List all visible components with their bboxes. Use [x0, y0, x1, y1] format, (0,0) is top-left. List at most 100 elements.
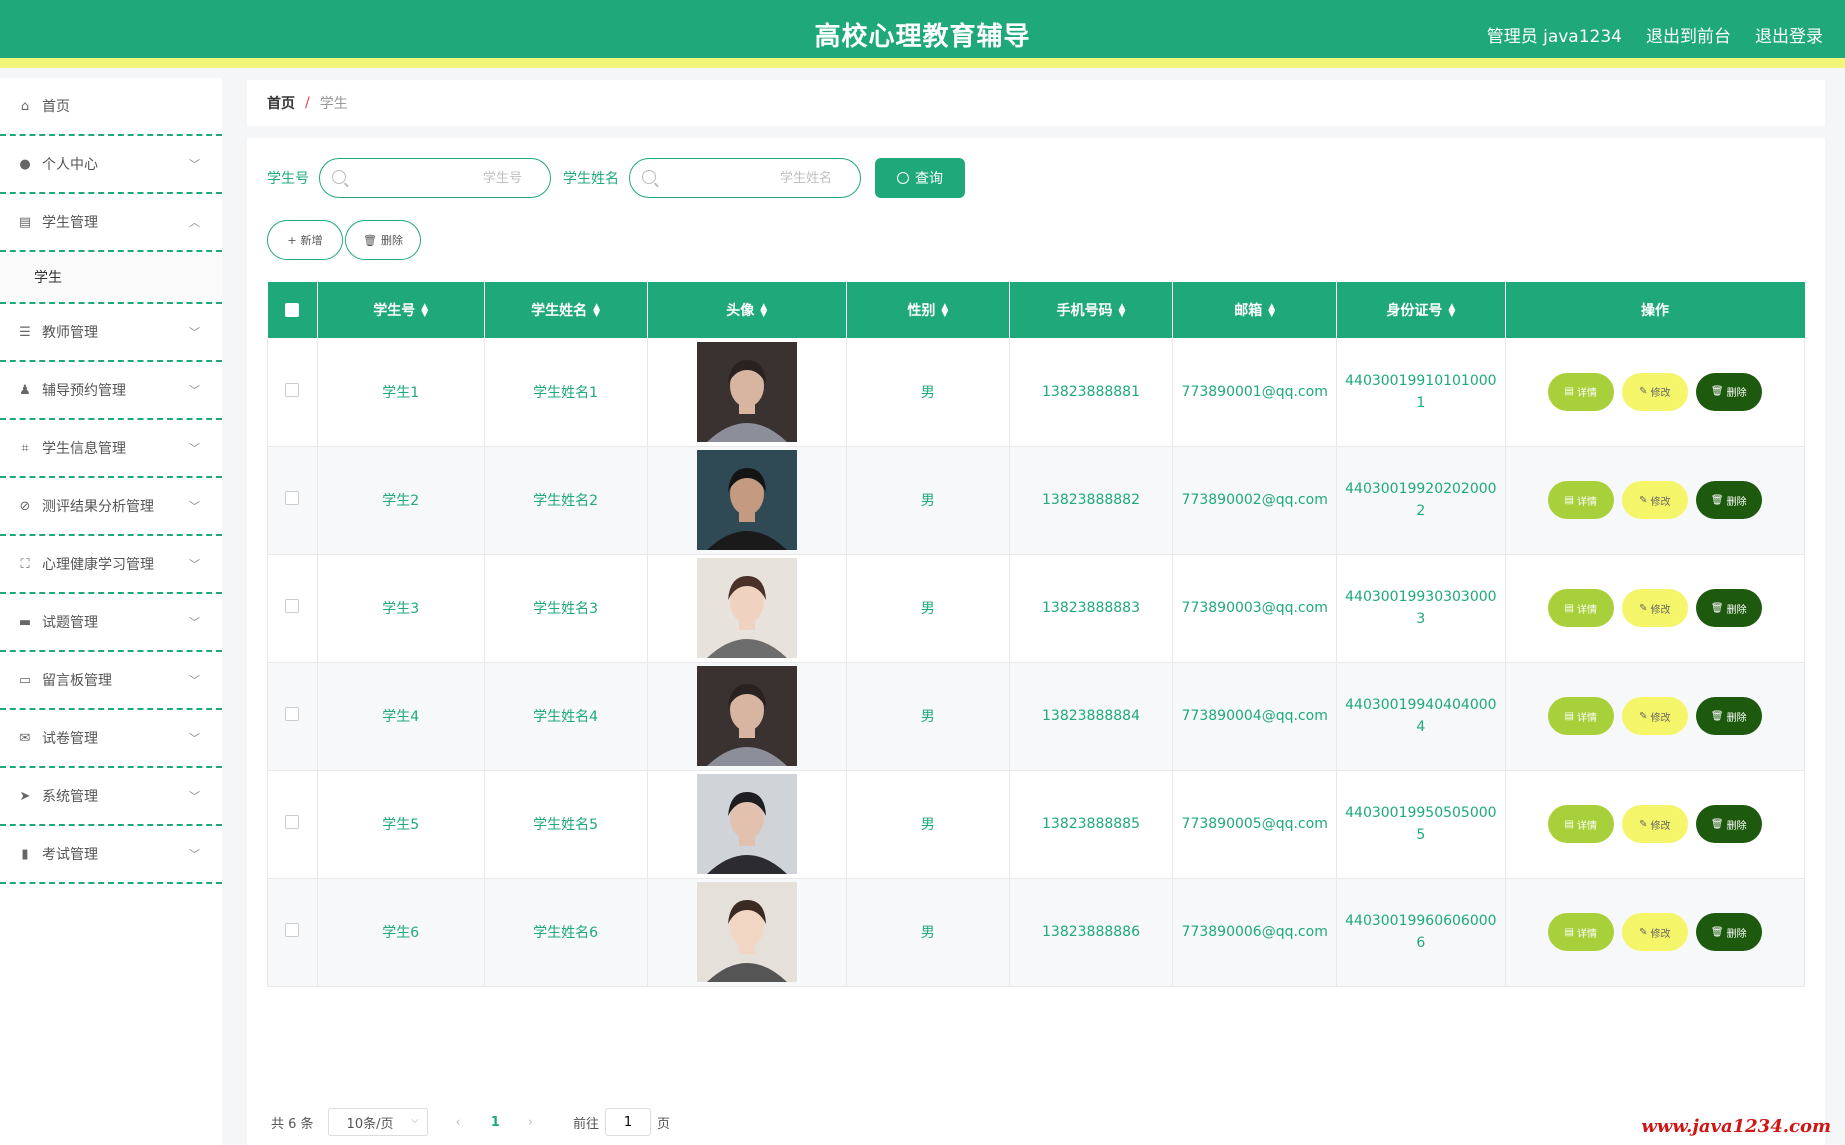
row-checkbox[interactable]: [285, 707, 300, 721]
student-name-label: 学生姓名: [563, 171, 619, 187]
sidebar-item[interactable]: ▭ 留言板管理 ﹀: [0, 652, 222, 710]
detail-button[interactable]: ▤ 详情: [1547, 481, 1614, 519]
goto-page-input[interactable]: [605, 1108, 652, 1136]
detail-button[interactable]: ▤ 详情: [1547, 372, 1614, 411]
sidebar-item[interactable]: ☰ 教师管理 ﹀: [0, 304, 222, 362]
student-no-input[interactable]: [320, 159, 550, 197]
sidebar-item[interactable]: ✉ 试卷管理 ﹀: [0, 710, 222, 768]
col-email[interactable]: 邮箱 ▲ ▼: [1172, 282, 1338, 338]
row-checkbox[interactable]: [285, 599, 300, 613]
col-label: 头像: [726, 303, 755, 319]
avatar-cell: [647, 878, 847, 987]
col-gender[interactable]: 性别 ▲ ▼: [846, 282, 1010, 338]
edit-button[interactable]: ✎ 修改: [1621, 372, 1688, 411]
sidebar-item[interactable]: ▮ 考试管理 ﹀: [0, 826, 222, 884]
delete-button[interactable]: 🗑 删除: [1695, 913, 1762, 951]
delete-label: 删除: [1726, 928, 1747, 940]
id-card-line2: 4: [1416, 719, 1426, 735]
breadcrumb-home[interactable]: 首页: [267, 93, 295, 113]
student-name-cell: 学生姓名1: [484, 338, 648, 447]
plus-icon: +: [287, 233, 297, 247]
query-button[interactable]: 查询: [875, 158, 965, 198]
sidebar-item[interactable]: ⊘ 测评结果分析管理 ﹀: [0, 478, 222, 536]
edit-button[interactable]: ✎ 修改: [1621, 481, 1688, 519]
detail-label: 详情: [1577, 496, 1597, 508]
sidebar-item[interactable]: ⛶ 心理健康学习管理 ﹀: [0, 536, 222, 594]
sidebar-subitem[interactable]: 学生: [0, 252, 222, 304]
col-phone[interactable]: 手机号码 ▲ ▼: [1009, 282, 1174, 338]
clipboard-icon: ▤: [18, 214, 32, 230]
sidebar-item[interactable]: ▤ 学生管理 ︿: [0, 194, 222, 252]
id-card-line1: 44030019930303000: [1345, 589, 1497, 605]
batch-delete-button[interactable]: 🗑 删除: [345, 220, 421, 260]
detail-button[interactable]: ▤ 详情: [1547, 805, 1614, 843]
col-label: 学生号: [373, 303, 416, 319]
sort-icon: ▲ ▼: [941, 302, 949, 319]
chevron-down-icon: ﹀: [189, 790, 200, 803]
phone-cell: 13823888883: [1009, 554, 1174, 663]
col-student-no[interactable]: 学生号 ▲ ▼: [317, 282, 485, 338]
phone-cell: 13823888885: [1009, 770, 1174, 879]
page-number[interactable]: 1: [491, 1115, 500, 1130]
col-student-name[interactable]: 学生姓名 ▲ ▼: [484, 282, 648, 338]
student-name-input[interactable]: [630, 159, 860, 197]
sidebar-item[interactable]: ⌗ 学生信息管理 ﹀: [0, 420, 222, 478]
pencil-icon: ✎: [1639, 926, 1648, 938]
sidebar-item[interactable]: ➤ 系统管理 ﹀: [0, 768, 222, 826]
edit-button[interactable]: ✎ 修改: [1621, 697, 1688, 735]
add-button[interactable]: + 新增: [267, 220, 343, 260]
prev-page-icon[interactable]: ‹: [456, 1115, 461, 1130]
delete-button[interactable]: 🗑 删除: [1695, 697, 1762, 735]
sidebar-item[interactable]: ⌂ 首页: [0, 78, 222, 136]
next-page-icon[interactable]: ›: [528, 1115, 533, 1130]
trash-icon: 🗑: [1710, 386, 1724, 398]
trash-icon: 🗑: [1710, 818, 1724, 830]
document-icon: ▤: [1564, 818, 1574, 830]
detail-button[interactable]: ▤ 详情: [1547, 913, 1614, 951]
page-size-select[interactable]: 10条/页 ⌵: [327, 1108, 428, 1136]
id-card-line1: 44030019940404000: [1345, 697, 1497, 713]
detail-button[interactable]: ▤ 详情: [1547, 697, 1614, 735]
select-cell: [267, 446, 318, 555]
id-card-line2: 1: [1416, 394, 1426, 411]
row-checkbox[interactable]: [285, 923, 300, 937]
edit-button[interactable]: ✎ 修改: [1621, 913, 1688, 951]
col-label: 身份证号: [1386, 303, 1443, 319]
mail-icon: ✉: [19, 730, 31, 746]
email-cell: 773890001@qq.com: [1172, 338, 1338, 447]
student-no-cell: 学生5: [317, 770, 485, 879]
detail-label: 详情: [1577, 388, 1597, 400]
delete-button[interactable]: 🗑 删除: [1695, 481, 1762, 519]
pencil-icon: ✎: [1639, 710, 1648, 722]
detail-button[interactable]: ▤ 详情: [1547, 589, 1614, 627]
operations-cell: ▤ 详情 ✎ 修改 🗑 删除: [1505, 338, 1806, 447]
edit-button[interactable]: ✎ 修改: [1621, 805, 1688, 843]
edit-button[interactable]: ✎ 修改: [1621, 589, 1688, 627]
search-icon: [642, 170, 656, 184]
row-checkbox[interactable]: [285, 491, 300, 505]
logout-link[interactable]: 退出登录: [1755, 22, 1823, 47]
delete-button[interactable]: 🗑 删除: [1695, 372, 1762, 411]
row-checkbox[interactable]: [285, 815, 300, 829]
sort-icon: ▲ ▼: [593, 302, 601, 319]
row-checkbox[interactable]: [285, 382, 300, 397]
avatar-image: [696, 666, 797, 766]
exit-to-front-link[interactable]: 退出到前台: [1646, 22, 1731, 47]
col-avatar[interactable]: 头像 ▲ ▼: [647, 282, 847, 338]
fullscreen-icon: ⛶: [20, 556, 30, 572]
sidebar-item[interactable]: ▬ 试题管理 ﹀: [0, 594, 222, 652]
delete-button[interactable]: 🗑 删除: [1695, 589, 1762, 627]
sidebar-item-label: 个人中心: [42, 157, 98, 173]
avatar-image: [696, 450, 797, 550]
sidebar-item[interactable]: ♟ 辅导预约管理 ﹀: [0, 362, 222, 420]
sidebar-item[interactable]: ● 个人中心 ﹀: [0, 136, 222, 194]
student-name-cell: 学生姓名4: [484, 662, 648, 771]
student-no-cell: 学生4: [317, 662, 485, 771]
select-all-checkbox[interactable]: [285, 303, 300, 317]
select-cell: [267, 554, 318, 663]
col-id-card[interactable]: 身份证号 ▲ ▼: [1336, 282, 1506, 338]
edit-label: 修改: [1650, 388, 1671, 400]
id-card-line1: 44030019910101000: [1345, 372, 1497, 389]
delete-button[interactable]: 🗑 删除: [1695, 805, 1762, 843]
page-unit-label: 页: [657, 1116, 671, 1132]
